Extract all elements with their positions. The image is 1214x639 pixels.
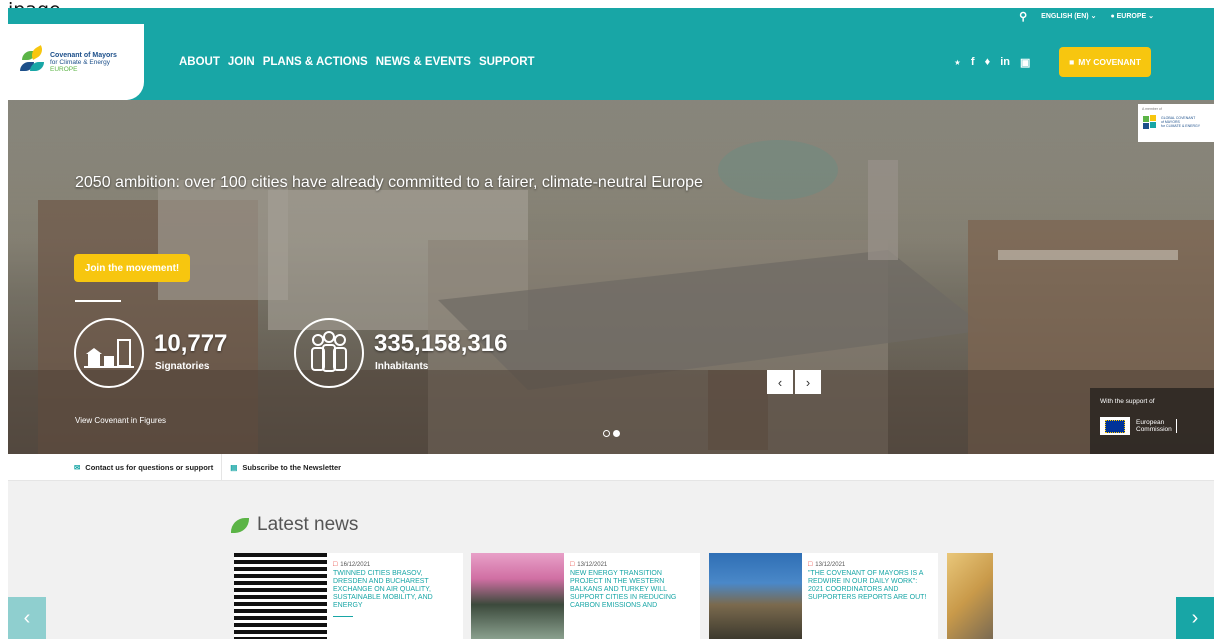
news-date: 16/12/2021 bbox=[340, 561, 371, 568]
inhabitants-label: Inhabitants bbox=[375, 361, 429, 372]
envelope-icon: ✉ bbox=[74, 462, 81, 472]
ec-line2: Commission bbox=[1136, 426, 1172, 433]
slider-dot-2[interactable] bbox=[613, 430, 620, 437]
facebook-icon[interactable]: f bbox=[971, 56, 975, 69]
logo-line1: Covenant of Mayors bbox=[50, 51, 117, 59]
news-heading-label: Latest news bbox=[257, 514, 359, 535]
inhabitants-count: 335,158,316 bbox=[374, 330, 508, 357]
news-card-image bbox=[947, 553, 993, 639]
news-headline[interactable]: NEW ENERGY TRANSITION PROJECT IN THE WES… bbox=[570, 570, 693, 610]
linkedin-icon[interactable]: in bbox=[1000, 56, 1010, 69]
region-label: EUROPE bbox=[1116, 13, 1147, 20]
contact-link[interactable]: ✉ Contact us for questions or support bbox=[8, 463, 221, 472]
news-headline[interactable]: "THE COVENANT OF MAYORS IS A REDWIRE IN … bbox=[808, 570, 931, 602]
page-root: ipage ⚲ ENGLISH (EN) ⌄ ● EUROPE ⌄ Covena… bbox=[0, 0, 1214, 639]
twitter-icon[interactable]: ♦ bbox=[985, 56, 991, 69]
ec-support-badge: With the support of European Commission bbox=[1090, 388, 1214, 454]
social-links: ⋆ f ♦ in ▣ bbox=[954, 56, 1030, 69]
my-covenant-button[interactable]: ■ MY COVENANT bbox=[1059, 47, 1151, 77]
top-utility-bar: ⚲ ENGLISH (EN) ⌄ ● EUROPE ⌄ bbox=[1019, 8, 1154, 24]
calendar-icon: □ bbox=[570, 561, 575, 568]
lock-icon: ■ bbox=[1069, 57, 1075, 67]
nav-join[interactable]: JOIN bbox=[228, 56, 255, 68]
youtube-icon[interactable]: ▣ bbox=[1020, 56, 1030, 69]
slider-next-button[interactable]: › bbox=[795, 370, 821, 394]
newsletter-link[interactable]: ▤ Subscribe to the Newsletter bbox=[222, 463, 349, 472]
hero-banner: 2050 ambition: over 100 cities have alre… bbox=[8, 100, 1214, 454]
global-covenant-tag: A member of bbox=[1142, 107, 1162, 111]
site-logo[interactable]: Covenant of Mayors for Climate & Energy … bbox=[8, 24, 144, 100]
search-icon[interactable]: ⚲ bbox=[1019, 10, 1027, 23]
language-label: ENGLISH (EN) bbox=[1041, 13, 1089, 20]
calendar-icon: □ bbox=[808, 561, 813, 568]
news-card-image bbox=[234, 553, 327, 639]
global-covenant-badge[interactable]: A member of GLOBAL COVENANT of MAYORS fo… bbox=[1138, 104, 1214, 142]
news-prev-button[interactable]: ‹ bbox=[8, 597, 46, 639]
newsletter-icon: ▤ bbox=[230, 462, 238, 472]
slider-prev-button[interactable]: ‹ bbox=[767, 370, 793, 394]
global-covenant-line3: for CLIMATE & ENERGY bbox=[1161, 124, 1201, 128]
logo-line2: for Climate & Energy bbox=[50, 58, 110, 66]
hero-title: 2050 ambition: over 100 cities have alre… bbox=[75, 174, 703, 191]
slider-arrows: ‹ › bbox=[767, 370, 821, 394]
slider-dots bbox=[603, 430, 620, 437]
signatories-count: 10,777 bbox=[154, 330, 228, 357]
logo-mark-icon bbox=[20, 45, 46, 76]
news-next-button[interactable]: › bbox=[1176, 597, 1214, 639]
news-card-image bbox=[709, 553, 802, 639]
ec-line1: European bbox=[1136, 419, 1165, 426]
contact-bar: ✉ Contact us for questions or support ▤ … bbox=[8, 453, 1214, 481]
calendar-icon: □ bbox=[333, 561, 338, 568]
inhabitants-icon bbox=[294, 318, 364, 388]
view-figures-link[interactable]: View Covenant in Figures bbox=[75, 416, 166, 425]
global-covenant-logo-icon bbox=[1142, 114, 1158, 130]
language-selector[interactable]: ENGLISH (EN) ⌄ bbox=[1041, 12, 1096, 20]
nav-plans-actions[interactable]: PLANS & ACTIONS bbox=[263, 56, 368, 68]
news-headline[interactable]: TWINNED CITIES BRASOV, DRESDEN AND BUCHA… bbox=[333, 570, 456, 610]
news-date: 13/12/2021 bbox=[815, 561, 846, 568]
news-date: 13/12/2021 bbox=[577, 561, 608, 568]
slider-dot-1[interactable] bbox=[603, 430, 610, 437]
news-card[interactable]: □ 13/12/2021 "THE COVENANT OF MAYORS IS A… bbox=[709, 553, 938, 639]
news-card[interactable]: □ 13/12/2021 NEW ENERGY TRANSITION PROJEC… bbox=[471, 553, 700, 639]
contact-label: Contact us for questions or support bbox=[85, 462, 214, 472]
signatories-label: Signatories bbox=[155, 361, 210, 372]
nav-news-events[interactable]: NEWS & EVENTS bbox=[376, 56, 471, 68]
rss-icon[interactable]: ⋆ bbox=[954, 56, 961, 69]
nav-support[interactable]: SUPPORT bbox=[479, 56, 535, 68]
leaf-icon bbox=[231, 517, 249, 533]
news-card-partial[interactable] bbox=[947, 553, 993, 639]
hero-divider bbox=[75, 300, 121, 302]
news-card[interactable]: □ 16/12/2021 TWINNED CITIES BRASOV, DRESD… bbox=[234, 553, 463, 639]
main-nav: ABOUT JOIN PLANS & ACTIONS NEWS & EVENTS… bbox=[179, 56, 535, 68]
nav-about[interactable]: ABOUT bbox=[179, 56, 220, 68]
my-covenant-label: MY COVENANT bbox=[1078, 57, 1141, 67]
news-underline bbox=[333, 616, 353, 617]
region-selector[interactable]: ● EUROPE ⌄ bbox=[1110, 12, 1154, 20]
logo-line3: EUROPE bbox=[50, 65, 78, 73]
news-heading: Latest news bbox=[231, 514, 358, 536]
eu-flag-icon bbox=[1100, 417, 1130, 435]
join-movement-button[interactable]: Join the movement! bbox=[74, 254, 190, 282]
news-card-image bbox=[471, 553, 564, 639]
globe-icon: ● bbox=[1110, 13, 1115, 20]
newsletter-label: Subscribe to the Newsletter bbox=[242, 462, 342, 472]
ec-support-label: With the support of bbox=[1100, 398, 1155, 405]
signatories-icon bbox=[74, 318, 144, 388]
